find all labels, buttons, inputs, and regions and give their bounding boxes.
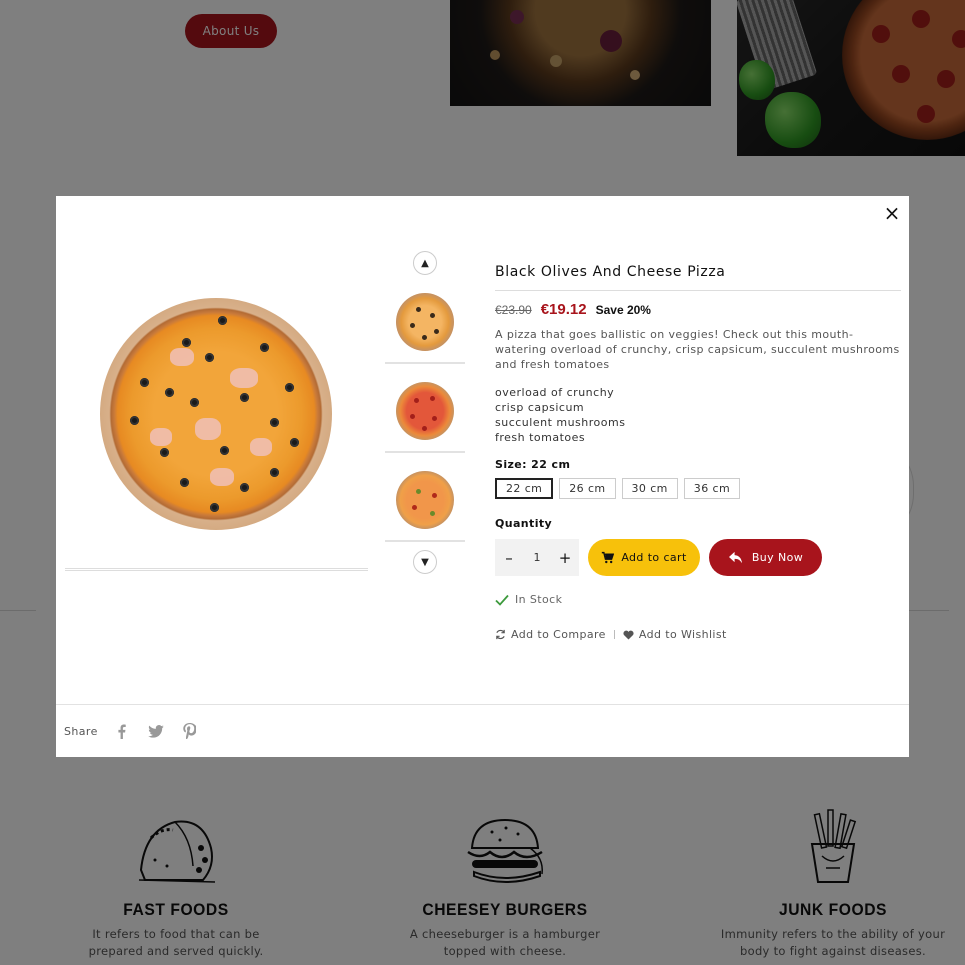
thumbnail-strip: ▲ ▼ xyxy=(385,251,465,574)
share-bar: Share xyxy=(56,704,909,757)
stock-status: In Stock xyxy=(495,593,901,606)
old-price: €23.90 xyxy=(495,303,532,317)
quantity-input[interactable] xyxy=(523,551,551,564)
size-label: Size: 22 cm xyxy=(495,458,571,471)
thumbnail[interactable] xyxy=(385,364,465,453)
product-description: A pizza that goes ballistic on veggies! … xyxy=(495,328,900,371)
cart-icon xyxy=(602,551,615,564)
add-to-cart-label: Add to cart xyxy=(621,551,687,564)
add-to-cart-button[interactable]: Add to cart xyxy=(588,539,700,576)
pizza-image xyxy=(100,298,332,530)
quantity-label: Quantity xyxy=(495,517,553,530)
add-to-compare-link[interactable]: Add to Compare xyxy=(495,628,606,641)
add-to-wishlist-link[interactable]: Add to Wishlist xyxy=(623,628,727,641)
purchase-row: – + Add to cart Buy Now xyxy=(495,539,901,576)
stock-label: In Stock xyxy=(515,593,563,606)
product-links: Add to Compare Add to Wishlist xyxy=(495,628,901,641)
product-main-image[interactable] xyxy=(65,256,368,571)
size-options: 22 cm 26 cm 30 cm 36 cm xyxy=(495,478,901,499)
buy-now-label: Buy Now xyxy=(751,551,804,564)
chevron-up-icon[interactable]: ▲ xyxy=(413,251,437,275)
feature-item: fresh tomatoes xyxy=(495,431,586,444)
feature-item: succulent mushrooms xyxy=(495,416,626,429)
current-price: €19.12 xyxy=(540,301,587,318)
share-label: Share xyxy=(64,724,98,738)
image-divider xyxy=(65,568,368,571)
refresh-icon xyxy=(496,629,505,640)
thumbnail[interactable] xyxy=(385,275,465,364)
product-title: Black Olives And Cheese Pizza xyxy=(495,264,901,291)
size-option-22[interactable]: 22 cm xyxy=(495,478,554,499)
size-option-36[interactable]: 36 cm xyxy=(683,478,741,499)
twitter-icon[interactable] xyxy=(146,721,166,741)
feature-item: overload of crunchy xyxy=(495,386,615,399)
close-icon[interactable]: × xyxy=(881,202,903,224)
price-row: €23.90 €19.12 Save 20% xyxy=(495,301,901,318)
feature-item: crisp capsicum xyxy=(495,401,585,414)
thumbnail[interactable] xyxy=(385,453,465,542)
pinterest-icon[interactable] xyxy=(180,721,200,741)
quantity-stepper: – + xyxy=(495,539,579,576)
size-option-30[interactable]: 30 cm xyxy=(621,478,678,499)
reply-icon xyxy=(728,551,742,564)
facebook-icon[interactable] xyxy=(112,721,132,741)
increase-button[interactable]: + xyxy=(555,548,575,568)
size-option-26[interactable]: 26 cm xyxy=(559,478,616,499)
product-features: overload of crunchy crisp capsicum succu… xyxy=(495,385,901,445)
decrease-button[interactable]: – xyxy=(499,548,519,568)
buy-now-button[interactable]: Buy Now xyxy=(709,539,822,576)
check-icon xyxy=(495,594,509,606)
discount-label: Save 20% xyxy=(595,303,651,317)
chevron-down-icon[interactable]: ▼ xyxy=(413,550,437,574)
product-details: Black Olives And Cheese Pizza €23.90 €19… xyxy=(495,264,901,641)
heart-icon xyxy=(623,630,634,640)
link-separator xyxy=(613,630,615,639)
quick-view-modal: × ▲ ▼ Black Olives And Cheese Pizza €23.… xyxy=(56,196,909,757)
